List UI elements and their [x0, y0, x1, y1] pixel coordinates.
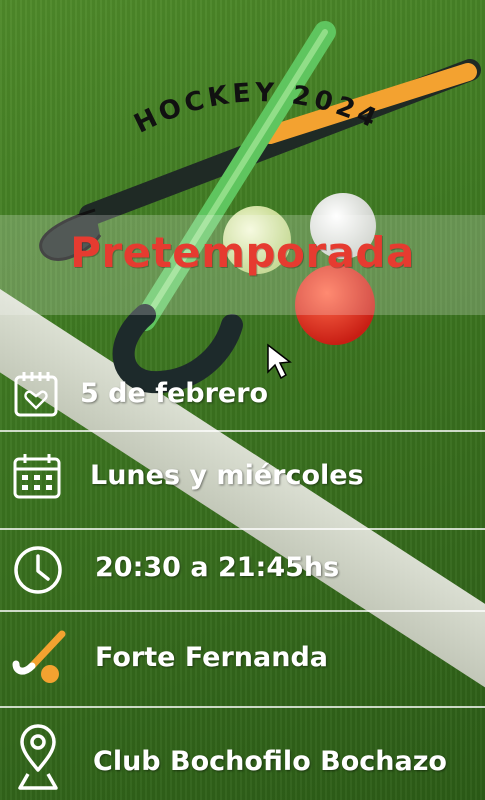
date-text: 5 de febrero — [80, 378, 269, 409]
coach-text: Forte Fernanda — [95, 642, 329, 673]
location-pin-icon — [18, 724, 58, 790]
clock-icon — [14, 546, 62, 594]
days-text: Lunes y miércoles — [90, 460, 364, 491]
info-row-location: Club Bochofilo Bochazo — [0, 708, 485, 800]
poster: HOCKEY 2024 Pretemporada 5 de febrero Lu… — [0, 0, 485, 800]
subtitle: Pretemporada — [70, 228, 415, 277]
info-row-days: Lunes y miércoles — [0, 432, 485, 527]
calendar-heart-icon — [14, 372, 58, 417]
location-text: Club Bochofilo Bochazo — [93, 746, 447, 777]
time-text: 20:30 a 21:45hs — [95, 552, 340, 583]
hockey-stick-icon — [12, 630, 66, 683]
info-row-coach: Forte Fernanda — [0, 612, 485, 707]
calendar-grid-icon — [13, 454, 61, 499]
